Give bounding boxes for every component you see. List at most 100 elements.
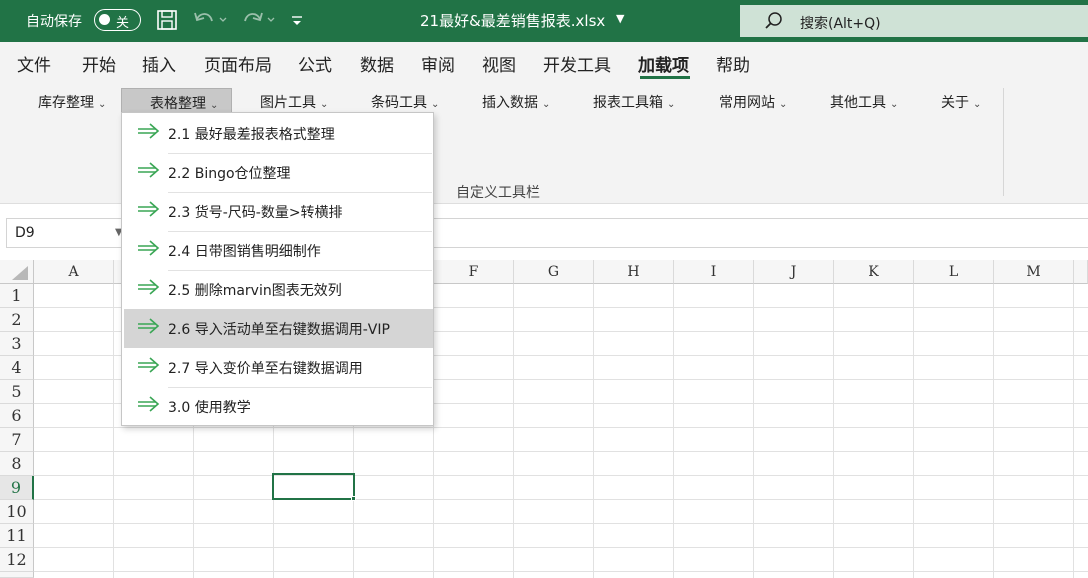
row-header[interactable]: 12 bbox=[0, 548, 34, 572]
select-all-button[interactable] bbox=[0, 260, 34, 284]
chevron-down-icon: ⌄ bbox=[431, 99, 440, 110]
excel-window: 自动保存 关 21最好&最差销售报表.xlsx ▼ 搜索(Alt+Q) 文件 开… bbox=[0, 0, 1088, 578]
menu-item[interactable]: 2.4 日带图销售明细制作 bbox=[122, 231, 433, 270]
tab-page-layout[interactable]: 页面布局 bbox=[204, 51, 272, 76]
row-header[interactable]: 10 bbox=[0, 500, 34, 524]
column-header[interactable]: I bbox=[674, 260, 754, 284]
row-header-active[interactable]: 9 bbox=[0, 476, 34, 500]
chevron-down-icon: ⌄ bbox=[542, 99, 551, 110]
gridline bbox=[1073, 284, 1074, 578]
row-header[interactable]: 6 bbox=[0, 404, 34, 428]
arrow-right-icon bbox=[136, 318, 162, 334]
gridline bbox=[34, 523, 1088, 524]
menu-item[interactable]: 2.5 删除marvin图表无效列 bbox=[122, 270, 433, 309]
fill-handle[interactable] bbox=[351, 496, 356, 501]
redo-icon[interactable] bbox=[240, 9, 275, 33]
tab-formulas[interactable]: 公式 bbox=[298, 51, 332, 76]
arrow-right-icon bbox=[136, 279, 162, 295]
undo-icon[interactable] bbox=[192, 9, 227, 33]
menu-item[interactable]: 3.0 使用教学 bbox=[122, 387, 433, 426]
ribbon-other-tools-button[interactable]: 其他工具 ⌄ bbox=[824, 88, 904, 114]
gridline bbox=[34, 499, 1088, 500]
column-header[interactable]: J bbox=[754, 260, 834, 284]
arrow-right-icon bbox=[136, 201, 162, 217]
formula-input[interactable] bbox=[432, 218, 1088, 248]
gridline bbox=[34, 571, 1088, 572]
chevron-down-icon: ⌄ bbox=[779, 99, 788, 110]
search-box[interactable]: 搜索(Alt+Q) bbox=[740, 5, 1088, 37]
tab-insert[interactable]: 插入 bbox=[142, 51, 176, 76]
chevron-down-icon: ⌄ bbox=[667, 99, 676, 110]
tab-review[interactable]: 审阅 bbox=[421, 51, 455, 76]
arrow-right-icon bbox=[136, 162, 162, 178]
row-header[interactable]: 8 bbox=[0, 452, 34, 476]
ribbon-report-toolbox-button[interactable]: 报表工具箱 ⌄ bbox=[587, 88, 681, 114]
gridline bbox=[113, 284, 114, 578]
tab-developer[interactable]: 开发工具 bbox=[543, 51, 611, 76]
name-box[interactable]: D9 ▼ bbox=[6, 218, 124, 248]
tab-data[interactable]: 数据 bbox=[360, 51, 394, 76]
menu-item[interactable]: 2.2 Bingo仓位整理 bbox=[122, 153, 433, 192]
ribbon-inventory-button[interactable]: 库存整理 ⌄ bbox=[32, 88, 112, 114]
customize-qat-icon[interactable] bbox=[290, 9, 312, 33]
autosave-label: 自动保存 bbox=[26, 14, 82, 30]
search-icon bbox=[764, 11, 784, 35]
ribbon-label: 表格整理 bbox=[150, 96, 206, 112]
row-header[interactable]: 7 bbox=[0, 428, 34, 452]
column-header[interactable]: G bbox=[514, 260, 594, 284]
save-icon[interactable] bbox=[156, 9, 178, 33]
ribbon-insert-data-button[interactable]: 插入数据 ⌄ bbox=[476, 88, 556, 114]
ribbon-table-format-button[interactable]: 表格整理 ⌄ bbox=[121, 88, 232, 114]
column-header[interactable]: A bbox=[34, 260, 114, 284]
chevron-down-icon: ⌄ bbox=[890, 99, 899, 110]
menu-item-label: 2.5 删除marvin图表无效列 bbox=[168, 283, 342, 299]
tab-addins[interactable]: 加载项 bbox=[638, 51, 689, 76]
ribbon-label: 其他工具 bbox=[830, 95, 886, 111]
column-header[interactable]: L bbox=[914, 260, 994, 284]
row-header[interactable]: 11 bbox=[0, 524, 34, 548]
arrow-right-icon bbox=[136, 123, 162, 139]
ribbon-barcode-button[interactable]: 条码工具 ⌄ bbox=[365, 88, 445, 114]
row-header[interactable] bbox=[0, 572, 34, 578]
menu-item[interactable]: 2.3 货号-尺码-数量>转横排 bbox=[122, 192, 433, 231]
ribbon-websites-button[interactable]: 常用网站 ⌄ bbox=[713, 88, 793, 114]
ribbon-image-tools-button[interactable]: 图片工具 ⌄ bbox=[254, 88, 334, 114]
column-header[interactable]: F bbox=[434, 260, 514, 284]
autosave-toggle[interactable]: 关 bbox=[94, 9, 141, 31]
tab-home[interactable]: 开始 bbox=[82, 51, 116, 76]
column-header[interactable]: K bbox=[834, 260, 914, 284]
table-format-dropdown: 2.1 最好最差报表格式整理 2.2 Bingo仓位整理 2.3 货号-尺码-数… bbox=[121, 112, 434, 426]
tab-file[interactable]: 文件 bbox=[17, 51, 51, 76]
row-header[interactable]: 2 bbox=[0, 308, 34, 332]
ribbon-label: 插入数据 bbox=[482, 95, 538, 111]
title-dropdown-icon[interactable]: ▼ bbox=[616, 12, 624, 25]
tab-help[interactable]: 帮助 bbox=[716, 51, 750, 76]
ribbon-about-button[interactable]: 关于 ⌄ bbox=[935, 88, 987, 114]
selected-cell[interactable] bbox=[272, 473, 355, 500]
gridline bbox=[34, 427, 1088, 428]
column-header[interactable]: H bbox=[594, 260, 674, 284]
row-header[interactable]: 1 bbox=[0, 284, 34, 308]
column-header[interactable] bbox=[1074, 260, 1088, 284]
ribbon-group-label: 自定义工具栏 bbox=[456, 185, 540, 201]
ribbon-label: 关于 bbox=[941, 95, 969, 111]
row-header[interactable]: 4 bbox=[0, 356, 34, 380]
ribbon-separator bbox=[1003, 88, 1004, 196]
row-header[interactable]: 3 bbox=[0, 332, 34, 356]
menu-item[interactable]: 2.7 导入变价单至右键数据调用 bbox=[122, 348, 433, 387]
name-box-value: D9 bbox=[15, 225, 35, 241]
tab-view[interactable]: 视图 bbox=[482, 51, 516, 76]
gridline bbox=[34, 475, 1088, 476]
ribbon-label: 库存整理 bbox=[38, 95, 94, 111]
column-header[interactable]: M bbox=[994, 260, 1074, 284]
document-title: 21最好&最差销售报表.xlsx bbox=[420, 12, 606, 30]
title-bar: 自动保存 关 21最好&最差销售报表.xlsx ▼ 搜索(Alt+Q) bbox=[0, 0, 1088, 42]
gridline bbox=[513, 284, 514, 578]
ribbon-label: 图片工具 bbox=[260, 95, 316, 111]
row-header[interactable]: 5 bbox=[0, 380, 34, 404]
arrow-right-icon bbox=[136, 240, 162, 256]
chevron-down-icon: ⌄ bbox=[320, 99, 329, 110]
menu-item-hovered[interactable]: 2.6 导入活动单至右键数据调用-VIP bbox=[124, 309, 433, 348]
gridline bbox=[993, 284, 994, 578]
menu-item[interactable]: 2.1 最好最差报表格式整理 bbox=[122, 114, 433, 153]
